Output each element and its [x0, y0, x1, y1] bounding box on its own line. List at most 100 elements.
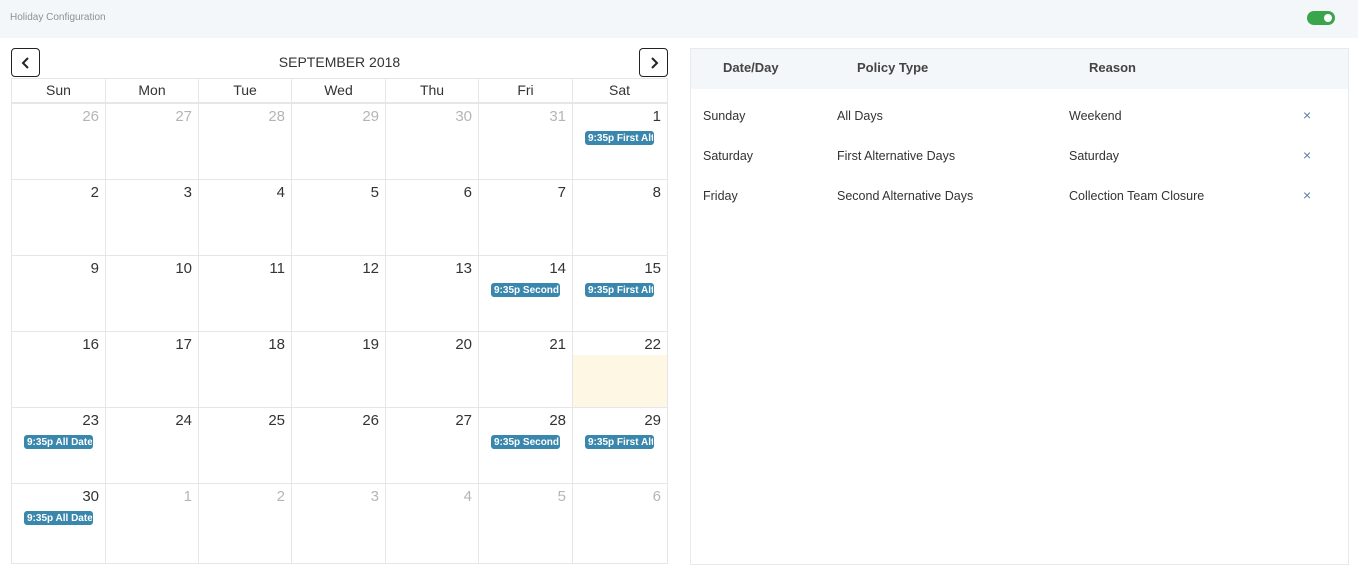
day-cell[interactable]: 2 — [199, 484, 292, 563]
day-number: 2 — [276, 488, 285, 505]
day-cell[interactable]: 21 — [479, 332, 573, 407]
cell-policy-type: First Alternative Days — [837, 149, 956, 163]
delete-row-icon[interactable]: × — [1303, 147, 1311, 163]
day-cell[interactable]: 11 — [199, 256, 292, 331]
day-cell[interactable]: 6 — [573, 484, 667, 563]
day-number: 2 — [90, 184, 99, 201]
table-header: Date/Day Policy Type Reason — [691, 49, 1348, 89]
day-cell[interactable]: 27 — [106, 104, 199, 179]
day-number: 20 — [455, 336, 472, 353]
day-number: 26 — [362, 412, 379, 429]
calendar-grid: 26 27 28 29 30 31 1 9:35p First Alte 2 3 4 5 6 7 8 9 10 1… — [11, 103, 668, 564]
table-row: Saturday First Alternative Days Saturday × — [691, 137, 1348, 177]
day-cell[interactable]: 22 — [573, 332, 667, 407]
calendar-week: 2 3 4 5 6 7 8 — [12, 179, 667, 255]
day-number: 31 — [549, 108, 566, 125]
day-number: 30 — [82, 488, 99, 505]
day-cell[interactable]: 13 — [386, 256, 479, 331]
day-cell[interactable]: 25 — [199, 408, 292, 483]
day-cell[interactable]: 1 — [106, 484, 199, 563]
day-number: 26 — [82, 108, 99, 125]
day-cell[interactable]: 14 9:35p Second A — [479, 256, 573, 331]
next-month-button[interactable] — [639, 48, 668, 77]
header-bar: Holiday Configuration — [0, 0, 1358, 38]
day-number: 22 — [644, 336, 661, 353]
day-number: 14 — [549, 260, 566, 277]
month-title: SEPTEMBER 2018 — [278, 54, 401, 70]
holiday-toggle[interactable] — [1307, 11, 1335, 25]
weekday-sun: Sun — [12, 79, 106, 102]
calendar-event[interactable]: 9:35p Second A — [491, 435, 560, 449]
cell-day: Sunday — [703, 109, 746, 123]
day-cell[interactable]: 10 — [106, 256, 199, 331]
day-cell[interactable]: 30 — [386, 104, 479, 179]
table-row: Sunday All Days Weekend × — [691, 97, 1348, 137]
day-cell[interactable]: 28 9:35p Second A — [479, 408, 573, 483]
day-cell[interactable]: 5 — [292, 180, 386, 255]
day-cell[interactable]: 29 — [292, 104, 386, 179]
day-cell[interactable]: 29 9:35p First Alte — [573, 408, 667, 483]
day-cell[interactable]: 9 — [12, 256, 106, 331]
calendar-event[interactable]: 9:35p Second A — [491, 283, 560, 297]
day-cell[interactable]: 26 — [292, 408, 386, 483]
day-number: 13 — [455, 260, 472, 277]
day-number: 30 — [455, 108, 472, 125]
day-cell[interactable]: 30 9:35p All Date — [12, 484, 106, 563]
day-number: 28 — [268, 108, 285, 125]
weekday-header: Sun Mon Tue Wed Thu Fri Sat — [11, 78, 668, 103]
day-cell[interactable]: 17 — [106, 332, 199, 407]
weekday-fri: Fri — [479, 79, 573, 102]
day-cell[interactable]: 18 — [199, 332, 292, 407]
chevron-right-icon — [650, 56, 658, 69]
cell-policy-type: All Days — [837, 109, 883, 123]
column-header-date-day: Date/Day — [723, 60, 779, 75]
toggle-knob — [1324, 14, 1332, 22]
calendar-event[interactable]: 9:35p First Alte — [585, 131, 654, 145]
delete-row-icon[interactable]: × — [1303, 107, 1311, 123]
day-cell[interactable]: 19 — [292, 332, 386, 407]
day-number: 1 — [183, 488, 192, 505]
day-cell[interactable]: 3 — [106, 180, 199, 255]
day-number: 7 — [557, 184, 566, 201]
day-cell[interactable]: 1 9:35p First Alte — [573, 104, 667, 179]
day-number: 8 — [652, 184, 661, 201]
day-number: 15 — [644, 260, 661, 277]
day-cell[interactable]: 26 — [12, 104, 106, 179]
calendar-event[interactable]: 9:35p First Alte — [585, 435, 654, 449]
day-number: 16 — [82, 336, 99, 353]
day-number: 29 — [362, 108, 379, 125]
day-cell[interactable]: 3 — [292, 484, 386, 563]
day-number: 4 — [463, 488, 472, 505]
day-cell[interactable]: 4 — [199, 180, 292, 255]
day-cell[interactable]: 2 — [12, 180, 106, 255]
day-cell[interactable]: 27 — [386, 408, 479, 483]
cell-policy-type: Second Alternative Days — [837, 189, 974, 203]
day-cell[interactable]: 5 — [479, 484, 573, 563]
calendar-week: 23 9:35p All Date 24 25 26 27 28 9:35p Second A… — [12, 407, 667, 483]
calendar-week: 26 27 28 29 30 31 1 9:35p First Alte — [12, 103, 667, 179]
day-cell[interactable]: 31 — [479, 104, 573, 179]
day-number: 5 — [557, 488, 566, 505]
calendar-event[interactable]: 9:35p All Date — [24, 435, 93, 449]
weekday-sat: Sat — [608, 82, 630, 98]
day-cell[interactable]: 8 — [573, 180, 667, 255]
day-cell[interactable]: 24 — [106, 408, 199, 483]
calendar-event[interactable]: 9:35p First Alte — [585, 283, 654, 297]
day-cell[interactable]: 6 — [386, 180, 479, 255]
day-cell[interactable]: 16 — [12, 332, 106, 407]
weekday-tue: Tue — [199, 79, 292, 102]
day-number: 1 — [652, 108, 661, 125]
day-cell[interactable]: 28 — [199, 104, 292, 179]
cell-reason: Weekend — [1069, 109, 1122, 123]
calendar-event[interactable]: 9:35p All Date — [24, 511, 93, 525]
day-cell[interactable]: 12 — [292, 256, 386, 331]
day-cell[interactable]: 7 — [479, 180, 573, 255]
day-cell[interactable]: 15 9:35p First Alte — [573, 256, 667, 331]
delete-row-icon[interactable]: × — [1303, 187, 1311, 203]
day-cell[interactable]: 23 9:35p All Date — [12, 408, 106, 483]
day-number: 10 — [175, 260, 192, 277]
day-cell[interactable]: 4 — [386, 484, 479, 563]
day-cell[interactable]: 20 — [386, 332, 479, 407]
day-number: 19 — [362, 336, 379, 353]
today-highlight — [573, 355, 667, 407]
